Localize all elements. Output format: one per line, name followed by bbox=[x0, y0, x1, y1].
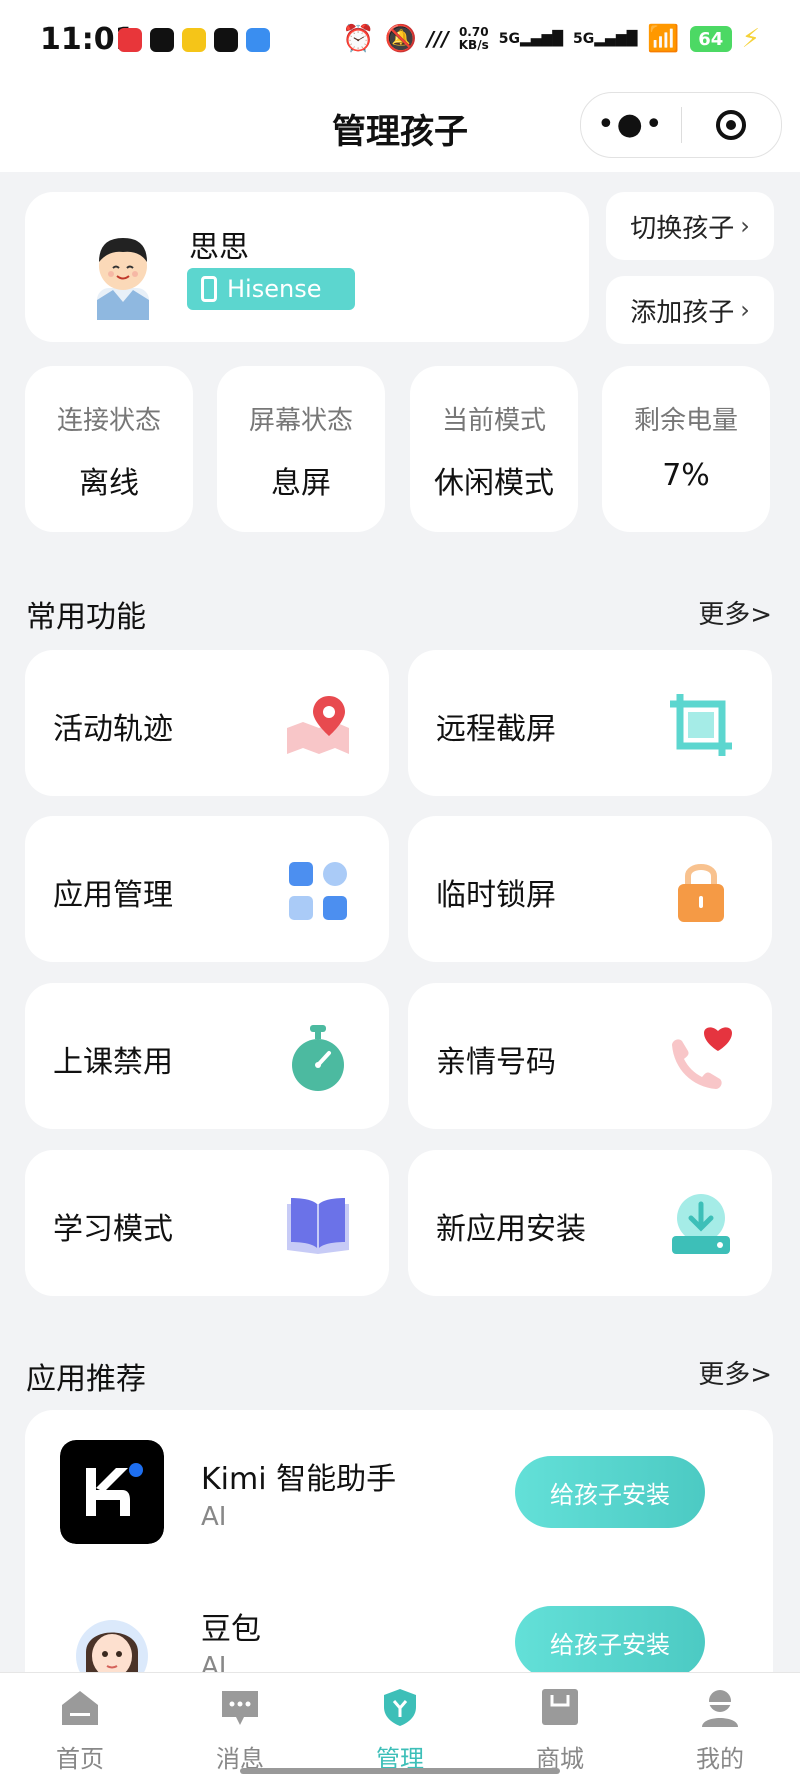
app-category: AI bbox=[201, 1502, 227, 1532]
stat-value: 休闲模式 bbox=[434, 466, 554, 501]
store-icon bbox=[542, 1689, 578, 1725]
tab-manage[interactable]: 管理 bbox=[320, 1673, 480, 1779]
func-label: 活动轨迹 bbox=[53, 712, 173, 747]
child-name: 思思 bbox=[189, 230, 249, 265]
home-icon bbox=[62, 1691, 98, 1725]
func-label: 亲情号码 bbox=[436, 1045, 556, 1080]
target-icon bbox=[716, 110, 747, 140]
nav-header: 管理孩子 •●• bbox=[0, 86, 800, 172]
func-label: 应用管理 bbox=[53, 878, 173, 913]
book-icon bbox=[287, 1198, 349, 1254]
func-new-app-install[interactable]: 新应用安装 bbox=[408, 1150, 772, 1296]
app-name: 豆包 bbox=[201, 1612, 261, 1647]
func-app-management[interactable]: 应用管理 bbox=[25, 816, 389, 962]
bottom-tab-bar: 首页 消息 管理 商城 我的 bbox=[0, 1672, 800, 1779]
func-remote-screenshot[interactable]: 远程截屏 bbox=[408, 650, 772, 796]
more-button[interactable]: •●• bbox=[581, 93, 681, 157]
close-program-button[interactable] bbox=[682, 93, 782, 157]
chevron-right-icon: › bbox=[740, 296, 750, 324]
netease-music-icon bbox=[118, 28, 142, 52]
func-label: 新应用安装 bbox=[436, 1212, 586, 1247]
device-badge: Hisense bbox=[187, 268, 355, 310]
tab-store[interactable]: 商城 bbox=[480, 1673, 640, 1779]
capcut-icon bbox=[214, 28, 238, 52]
profile-icon bbox=[702, 1690, 738, 1727]
charging-icon: ⚡ bbox=[741, 24, 760, 54]
func-temp-lock[interactable]: 临时锁屏 bbox=[408, 816, 772, 962]
chevron-right-icon: › bbox=[740, 212, 750, 240]
stat-connection: 连接状态 离线 bbox=[25, 366, 193, 532]
func-study-mode[interactable]: 学习模式 bbox=[25, 1150, 389, 1296]
add-child-button[interactable]: 添加孩子 › bbox=[606, 276, 774, 344]
func-class-disable[interactable]: 上课禁用 bbox=[25, 983, 389, 1129]
stat-battery: 剩余电量 7% bbox=[602, 366, 770, 532]
func-label: 远程截屏 bbox=[436, 712, 556, 747]
stat-label: 当前模式 bbox=[441, 406, 546, 436]
tab-home[interactable]: 首页 bbox=[0, 1673, 160, 1779]
chat-app-icon bbox=[246, 28, 270, 52]
tab-label: 我的 bbox=[696, 1745, 744, 1773]
mute-bell-icon: 🔕 bbox=[384, 24, 417, 54]
kimi-app-logo bbox=[60, 1440, 164, 1544]
child-avatar bbox=[97, 238, 149, 320]
stat-label: 屏幕状态 bbox=[248, 406, 353, 436]
wifi-icon: 📶 bbox=[647, 24, 680, 54]
download-icon bbox=[672, 1194, 730, 1254]
signal-5g-1: 5G▂▄▆█ bbox=[498, 31, 564, 47]
net-speed: 0.70 KB/s bbox=[458, 25, 489, 52]
tab-profile[interactable]: 我的 bbox=[640, 1673, 800, 1779]
stat-mode: 当前模式 休闲模式 bbox=[410, 366, 578, 532]
status-app-icons bbox=[118, 28, 270, 52]
stat-value: 离线 bbox=[79, 466, 139, 501]
tab-messages[interactable]: 消息 bbox=[160, 1673, 320, 1779]
rabbit-app-icon bbox=[182, 28, 206, 52]
crop-screen-icon bbox=[670, 694, 732, 756]
switch-child-button[interactable]: 切换孩子 › bbox=[606, 192, 774, 260]
phone-icon bbox=[201, 276, 217, 302]
message-icon bbox=[222, 1691, 258, 1725]
stat-value: 7% bbox=[662, 458, 710, 493]
stat-label: 连接状态 bbox=[56, 406, 161, 436]
phone-heart-icon bbox=[672, 1027, 732, 1089]
add-child-label: 添加孩子 bbox=[630, 297, 735, 328]
signal-5g-2: 5G▂▄▆█ bbox=[573, 31, 638, 47]
home-indicator[interactable] bbox=[240, 1768, 560, 1774]
status-bar: 11:01 ⏰ 🔕 /// 0.70 KB/s 5G▂▄▆█ 5G▂▄▆█ 📶 … bbox=[0, 0, 800, 86]
shield-icon bbox=[384, 1689, 416, 1726]
more-dots-icon: •●• bbox=[596, 107, 665, 142]
func-label: 临时锁屏 bbox=[436, 878, 556, 913]
mini-program-capsule: •●• bbox=[580, 92, 782, 158]
douyin-icon bbox=[150, 28, 174, 52]
stat-value: 息屏 bbox=[271, 466, 331, 501]
install-kimi-button[interactable]: 给孩子安装 bbox=[515, 1456, 705, 1528]
status-indicators: ⏰ 🔕 /// 0.70 KB/s 5G▂▄▆█ 5G▂▄▆█ 📶 64 ⚡ bbox=[342, 24, 760, 54]
stat-label: 剩余电量 bbox=[633, 406, 738, 436]
recommend-more-link[interactable]: 更多> bbox=[698, 1354, 772, 1391]
app-grid-icon bbox=[289, 862, 347, 920]
stat-screen: 屏幕状态 息屏 bbox=[217, 366, 385, 532]
lock-icon bbox=[678, 864, 724, 922]
section-title-recommend: 应用推荐 bbox=[26, 1362, 146, 1397]
recommend-card: Kimi 智能助手 AI 给孩子安装 豆包 AI 给孩子安装 bbox=[25, 1410, 773, 1710]
tab-label: 首页 bbox=[56, 1745, 104, 1773]
child-profile-card[interactable]: 思思 Hisense bbox=[25, 192, 589, 342]
func-label: 上课禁用 bbox=[53, 1045, 173, 1080]
battery-indicator: 64 bbox=[689, 26, 732, 52]
func-family-numbers[interactable]: 亲情号码 bbox=[408, 983, 772, 1129]
install-doubao-button[interactable]: 给孩子安装 bbox=[515, 1606, 705, 1678]
func-label: 学习模式 bbox=[53, 1212, 173, 1247]
app-name: Kimi 智能助手 bbox=[201, 1462, 397, 1497]
functions-more-link[interactable]: 更多> bbox=[698, 594, 772, 631]
nfc-icon: /// bbox=[426, 27, 449, 51]
map-pin-icon bbox=[287, 696, 349, 754]
func-activity-track[interactable]: 活动轨迹 bbox=[25, 650, 389, 796]
device-name: Hisense bbox=[227, 275, 322, 303]
section-title-functions: 常用功能 bbox=[26, 600, 146, 635]
switch-child-label: 切换孩子 bbox=[630, 213, 735, 244]
stopwatch-icon bbox=[292, 1025, 344, 1091]
alarm-icon: ⏰ bbox=[342, 24, 375, 54]
